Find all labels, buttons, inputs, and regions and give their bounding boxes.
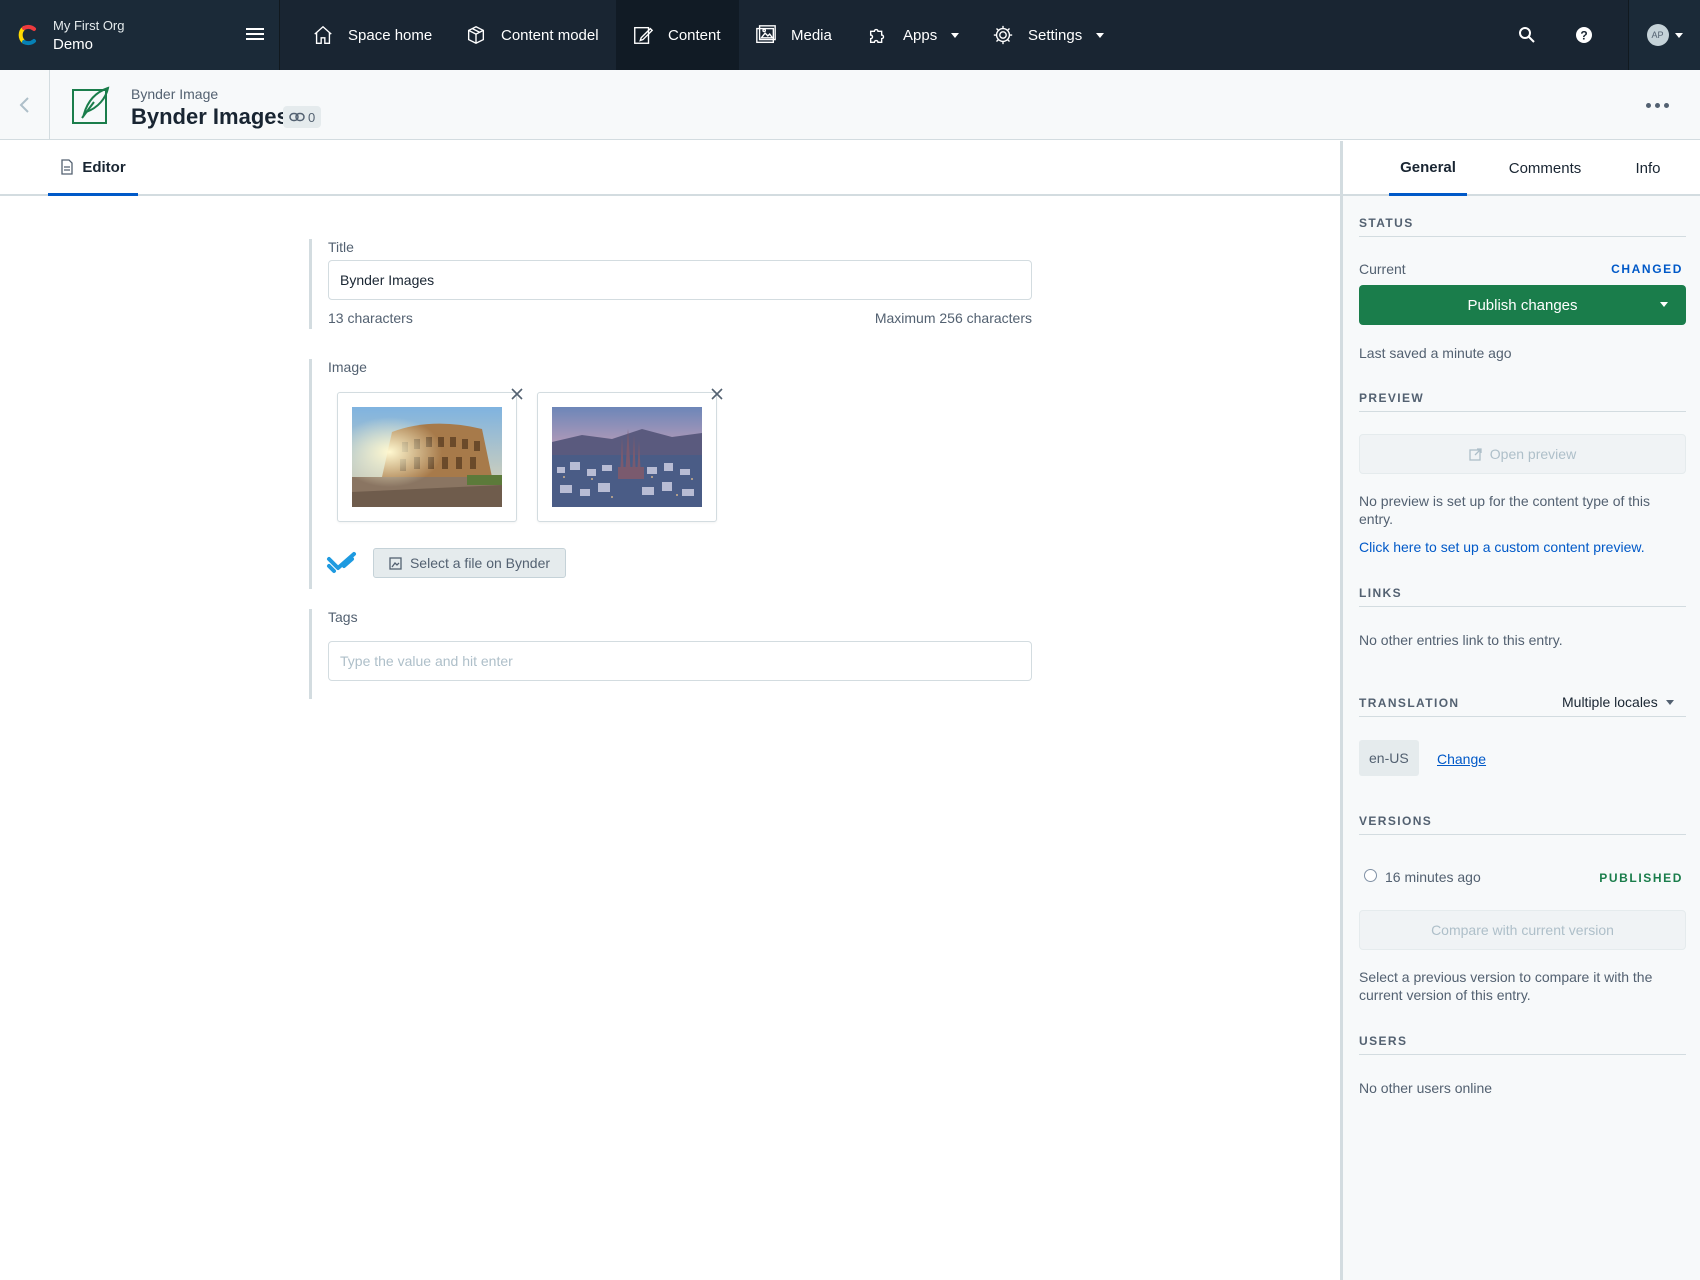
- button-label: Open preview: [1489, 446, 1577, 462]
- current-label: Current: [1359, 261, 1406, 277]
- entry-sidebar: General Comments Info STATUS Current CHA…: [1340, 141, 1700, 1280]
- chevron-down-icon: [1096, 32, 1105, 38]
- search-icon[interactable]: [1515, 23, 1539, 47]
- char-count: 13 characters: [328, 310, 413, 326]
- versions-note: Select a previous version to compare it …: [1359, 969, 1653, 1003]
- section-heading-preview: PREVIEW: [1359, 391, 1686, 412]
- compare-version-button[interactable]: Compare with current version: [1359, 910, 1686, 950]
- colosseum-image: [352, 407, 502, 507]
- chevron-down-icon: [1674, 32, 1683, 38]
- tab-info[interactable]: Info: [1613, 141, 1683, 196]
- entry-title: Bynder Images: [131, 104, 289, 129]
- image-thumbnail[interactable]: [537, 388, 723, 522]
- nav-settings[interactable]: Settings: [976, 0, 1120, 70]
- tags-field: Tags: [309, 609, 1032, 699]
- preview-note: No preview is set up for the content typ…: [1359, 493, 1651, 527]
- char-max: Maximum 256 characters: [874, 310, 1032, 326]
- external-link-icon: [1469, 447, 1482, 461]
- image-thumbnail[interactable]: [337, 388, 523, 522]
- close-icon[interactable]: [510, 387, 524, 401]
- field-label: Tags: [328, 609, 358, 625]
- chevron-down-icon: [1665, 699, 1674, 705]
- cube-icon: [467, 25, 485, 45]
- nav-label: Apps: [903, 26, 938, 44]
- link-icon: [289, 112, 305, 122]
- nav-space-home[interactable]: Space home: [296, 0, 448, 70]
- nav-label: Space home: [348, 26, 433, 44]
- edit-icon: [634, 26, 654, 44]
- org-name: My First Org: [53, 18, 125, 33]
- sidebar-tabs: General Comments Info: [1343, 141, 1700, 196]
- version-status-badge: PUBLISHED: [1599, 871, 1683, 885]
- account-menu[interactable]: AP: [1628, 0, 1700, 70]
- menu-icon[interactable]: [246, 28, 264, 42]
- locale-mode-select[interactable]: Multiple locales: [1562, 694, 1674, 710]
- locale-mode-label: Multiple locales: [1562, 694, 1658, 710]
- change-locale-link[interactable]: Change: [1437, 750, 1486, 768]
- entry-header: Bynder Image Bynder Images 0: [0, 70, 1700, 140]
- help-icon[interactable]: ?: [1572, 23, 1596, 47]
- section-heading-users: USERS: [1359, 1034, 1686, 1055]
- editor-tabs: Editor: [0, 141, 1340, 196]
- nav-label: Content model: [501, 26, 599, 44]
- more-options-icon[interactable]: [1646, 103, 1669, 108]
- title-field: Title 13 characters Maximum 256 characte…: [309, 239, 1032, 329]
- tags-input[interactable]: [328, 641, 1032, 681]
- avatar: AP: [1646, 24, 1669, 46]
- puzzle-icon: [869, 28, 885, 44]
- tab-comments[interactable]: Comments: [1492, 141, 1598, 196]
- city-image: [552, 407, 702, 507]
- nav-apps[interactable]: Apps: [851, 0, 975, 70]
- references-badge[interactable]: 0: [283, 106, 322, 128]
- home-icon: [314, 25, 332, 44]
- entry-edit-icon: [72, 86, 110, 124]
- section-heading-versions: VERSIONS: [1359, 814, 1686, 835]
- open-preview-button[interactable]: Open preview: [1359, 434, 1686, 474]
- field-label: Image: [328, 359, 367, 375]
- references-count: 0: [308, 109, 316, 125]
- button-label: Publish changes: [1467, 296, 1578, 314]
- back-button[interactable]: [0, 70, 50, 139]
- nav-content-model[interactable]: Content model: [449, 0, 615, 70]
- tab-label: Editor: [82, 158, 126, 176]
- select-bynder-file-button[interactable]: Select a file on Bynder: [373, 548, 566, 578]
- bynder-logo-icon: [327, 552, 356, 573]
- field-label: Title: [328, 239, 354, 255]
- button-label: Select a file on Bynder: [409, 555, 551, 571]
- section-heading-links: LINKS: [1359, 586, 1686, 607]
- media-icon: [756, 25, 776, 44]
- links-text: No other entries link to this entry.: [1359, 632, 1563, 648]
- button-label: Compare with current version: [1431, 922, 1614, 938]
- nav-label: Media: [791, 26, 832, 44]
- document-icon: [61, 159, 73, 175]
- nav-label: Settings: [1028, 26, 1083, 44]
- space-name: Demo: [53, 36, 94, 53]
- version-radio[interactable]: [1364, 869, 1377, 882]
- chevron-left-icon: [19, 96, 29, 113]
- image-icon: [389, 556, 402, 570]
- setup-preview-link[interactable]: Click here to set up a custom content pr…: [1359, 538, 1645, 556]
- section-heading-status: STATUS: [1359, 216, 1686, 237]
- version-time: 16 minutes ago: [1385, 869, 1481, 885]
- publish-changes-button[interactable]: Publish changes: [1359, 285, 1686, 325]
- nav-label: Content: [668, 26, 721, 44]
- users-text: No other users online: [1359, 1080, 1493, 1096]
- chevron-down-icon[interactable]: [1660, 302, 1668, 307]
- gear-icon: [993, 25, 1013, 45]
- content-type-name: Bynder Image: [131, 86, 219, 102]
- nav-content[interactable]: Content: [616, 0, 739, 70]
- svg-text:?: ?: [1580, 29, 1587, 43]
- last-saved: Last saved a minute ago: [1359, 345, 1512, 361]
- tab-general[interactable]: General: [1389, 141, 1467, 196]
- nav-media[interactable]: Media: [739, 0, 848, 70]
- top-navigation: My First Org Demo Space home Content mod…: [0, 0, 1700, 70]
- status-badge: CHANGED: [1611, 262, 1683, 276]
- locale-tag: en-US: [1359, 740, 1419, 776]
- org-switcher[interactable]: My First Org Demo: [0, 0, 280, 70]
- tab-editor[interactable]: Editor: [48, 141, 138, 196]
- chevron-down-icon: [951, 32, 960, 38]
- title-input[interactable]: [328, 260, 1032, 300]
- contentful-logo-icon: [18, 24, 36, 46]
- close-icon[interactable]: [710, 387, 724, 401]
